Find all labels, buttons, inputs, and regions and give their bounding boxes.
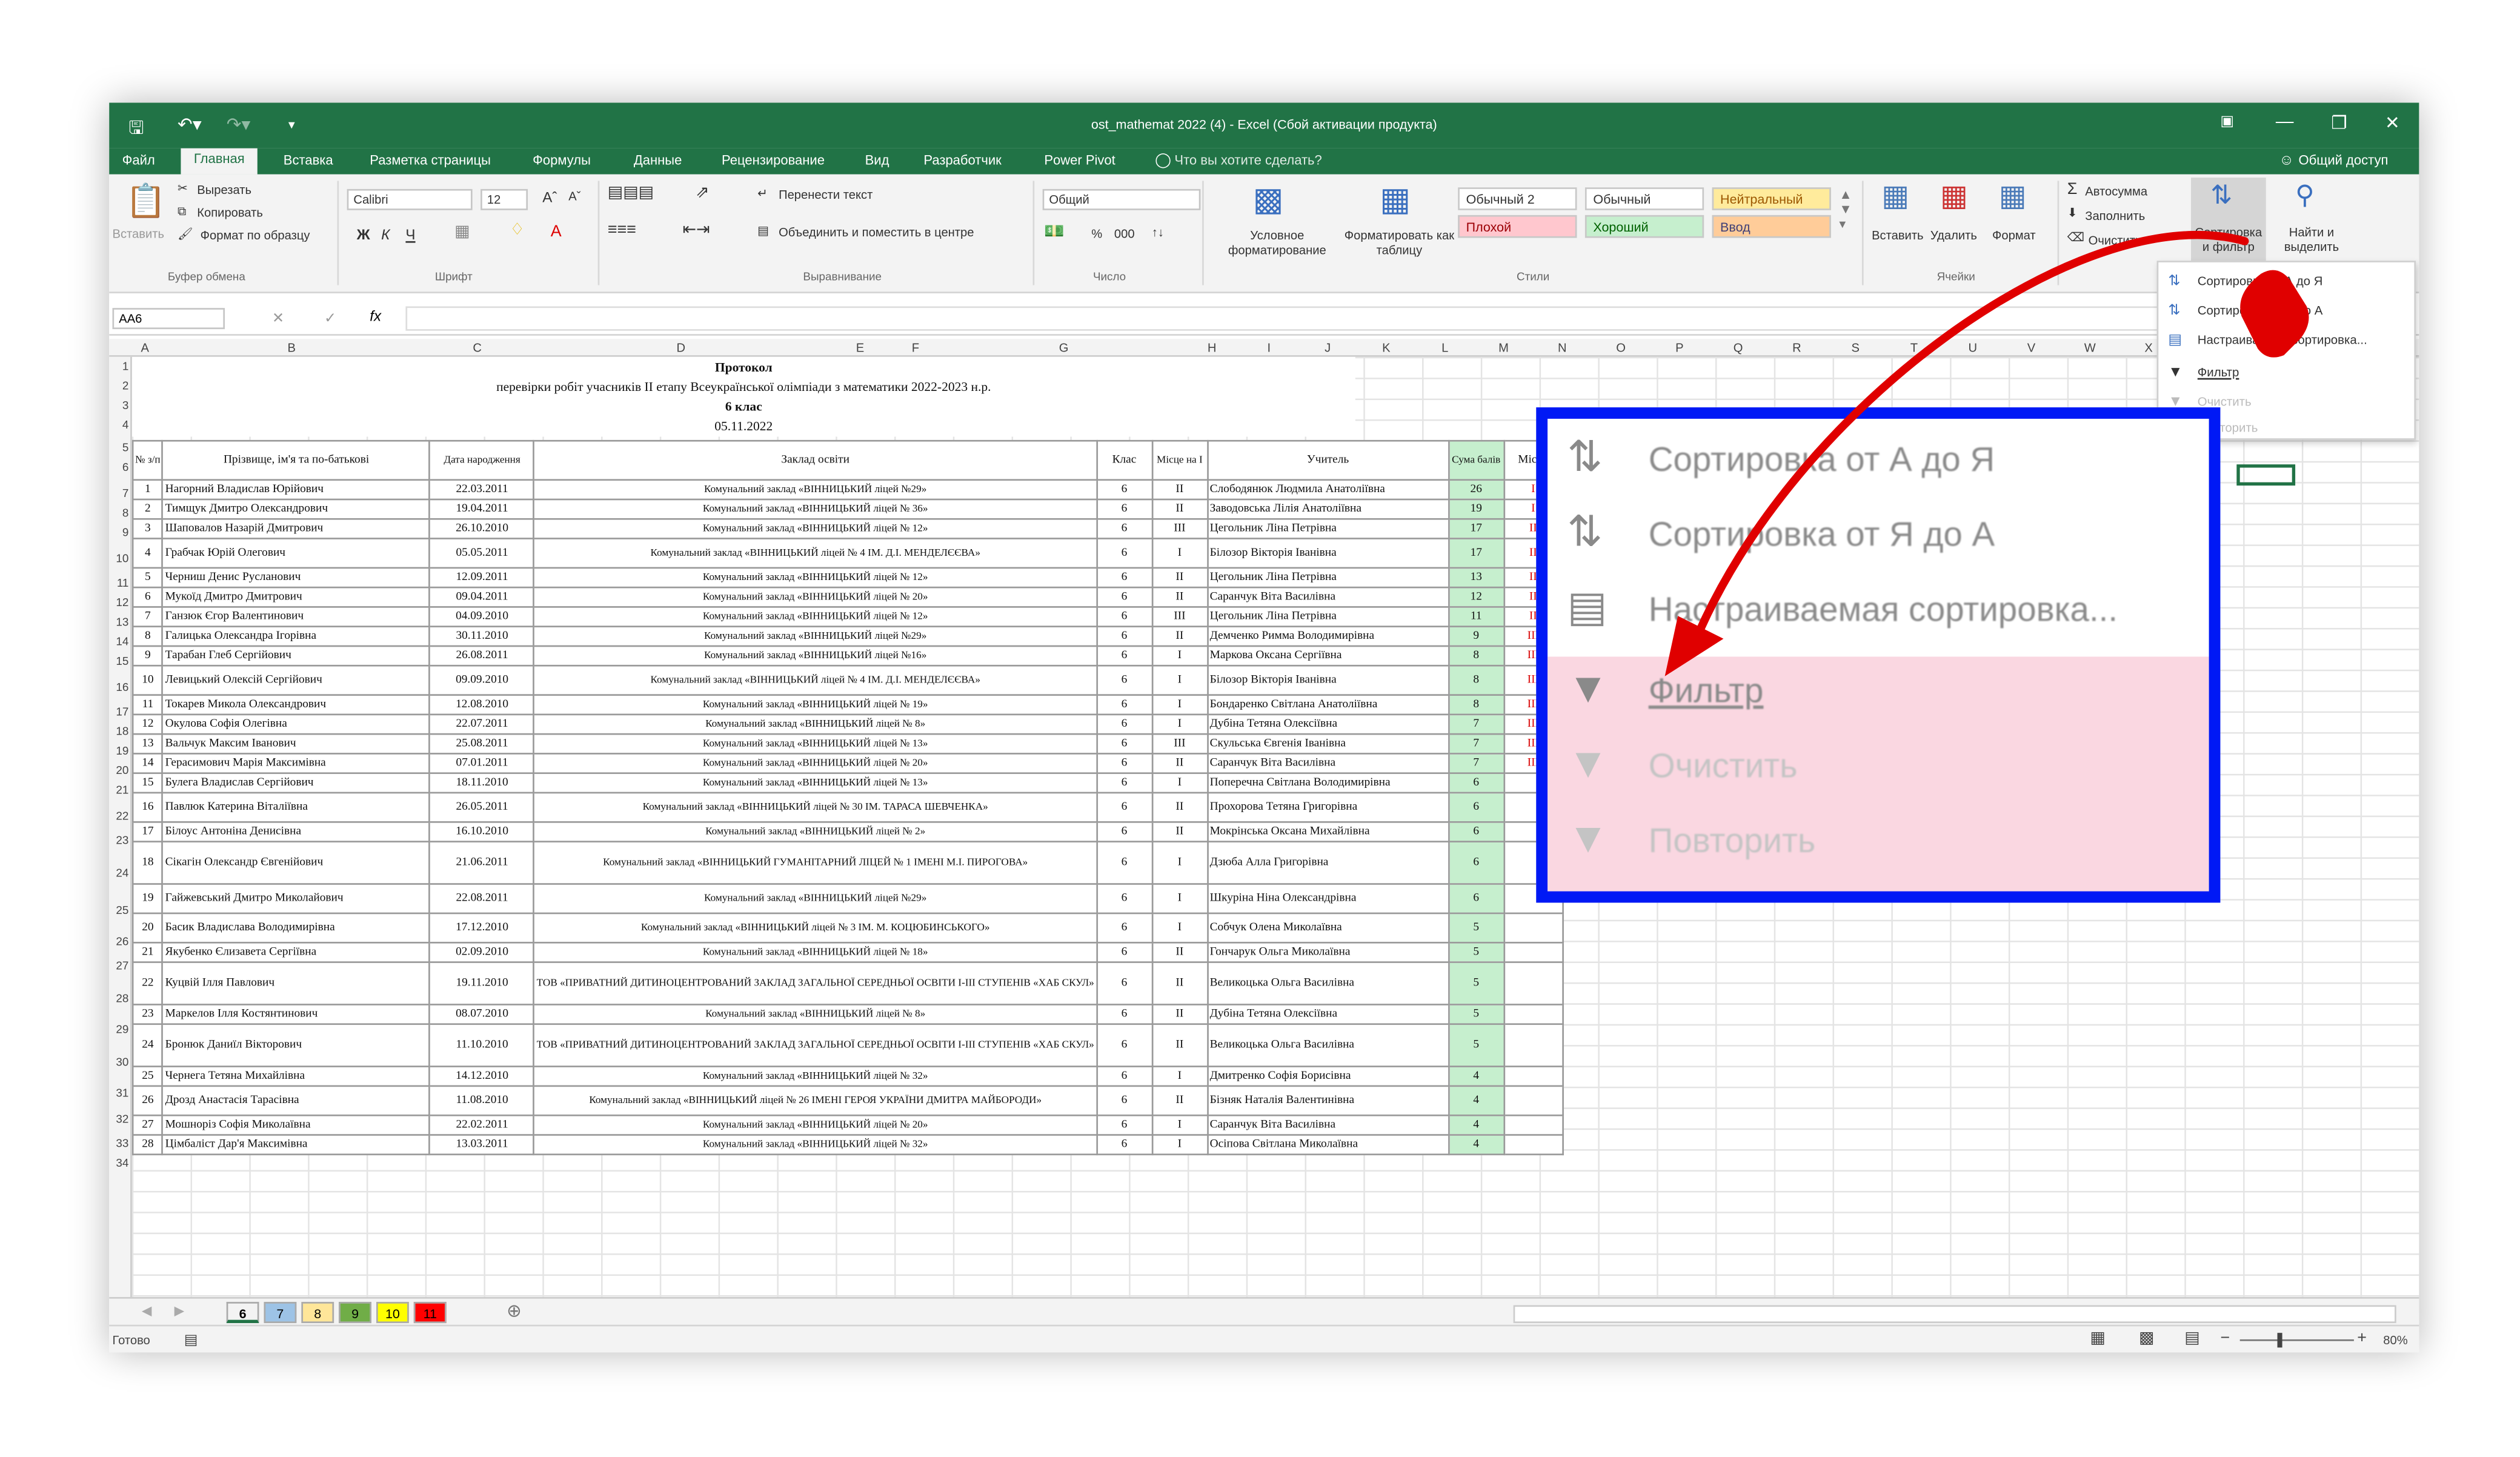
annotation-arrow [1664,230,2309,676]
stage: 🖫 ↶▾ ↷▾ ▾ ost_mathemat 2022 (4) - Excel … [0,0,2520,1457]
hand-pointer-icon [2240,270,2309,358]
